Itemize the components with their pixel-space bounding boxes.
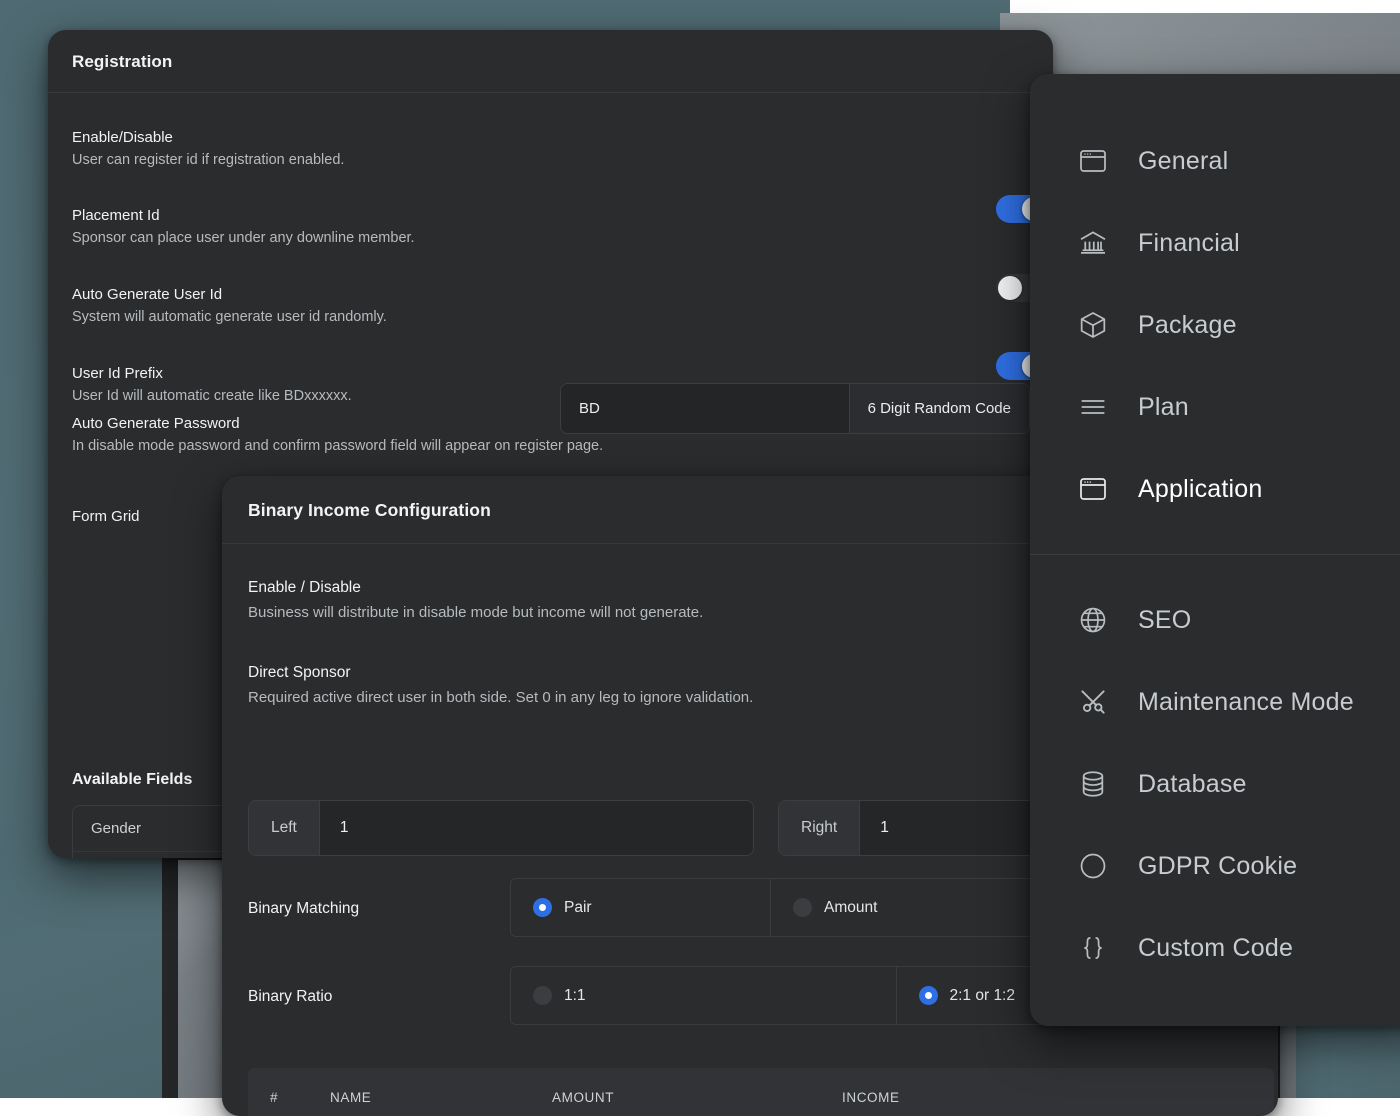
sidebar-item-plan[interactable]: Plan (1030, 366, 1400, 448)
column-header-income: INCOME (842, 1090, 1132, 1105)
setting-row-placement-id: Placement Id Sponsor can place user unde… (72, 204, 852, 250)
sidebar-item-application[interactable]: Application (1030, 448, 1400, 530)
column-header-index: # (248, 1090, 330, 1105)
binary-ratio-label-wrap: Binary Ratio (248, 985, 332, 1010)
sidebar-item-custom-code[interactable]: Custom Code (1030, 907, 1400, 989)
radio-dot-icon (533, 898, 552, 917)
sidebar-item-label: Financial (1138, 229, 1240, 258)
sidebar-item-label: Package (1138, 311, 1237, 340)
binary-matching-label: Binary Matching (248, 897, 359, 922)
globe-icon (1076, 603, 1110, 637)
setting-row-user-id-prefix: User Id Prefix User Id will automatic cr… (72, 362, 572, 408)
sidebar-item-package[interactable]: Package (1030, 284, 1400, 366)
cube-icon (1076, 308, 1110, 342)
income-table-header-row: # NAME AMOUNT INCOME (248, 1068, 1274, 1116)
setting-label: User Id Prefix (72, 362, 572, 385)
binary-enable-label: Enable / Disable (248, 576, 1148, 601)
settings-sidebar-panel: General Financial (1030, 74, 1400, 1026)
sidebar-item-label: GDPR Cookie (1138, 852, 1297, 881)
right-leg-addon: Right (779, 801, 860, 855)
radio-dot-icon (919, 986, 938, 1005)
setting-label: Enable/Disable (72, 126, 852, 149)
setting-row-auto-generate-password: Auto Generate Password In disable mode p… (72, 412, 872, 458)
left-leg-input-group[interactable]: Left 1 (248, 800, 754, 856)
sidebar-item-label: Application (1138, 475, 1263, 504)
setting-description: User Id will automatic create like BDxxx… (72, 385, 572, 407)
left-leg-input[interactable]: 1 (320, 801, 753, 855)
setting-row-enable-disable: Enable/Disable User can register id if r… (72, 126, 852, 172)
radio-dot-icon (533, 986, 552, 1005)
user-id-prefix-addon: 6 Digit Random Code (849, 384, 1029, 433)
radio-option-amount[interactable]: Amount (771, 879, 1031, 936)
setting-label: Auto Generate Password (72, 412, 872, 435)
radio-option-ratio-1-1[interactable]: 1:1 (511, 967, 897, 1024)
browser-window-icon (1076, 472, 1110, 506)
available-fields-title: Available Fields (72, 771, 192, 789)
sidebar-nav-list: General Financial (1030, 74, 1400, 989)
radio-option-label: Pair (564, 899, 592, 917)
binary-ratio-label: Binary Ratio (248, 985, 332, 1010)
sidebar-item-label: SEO (1138, 606, 1191, 635)
binary-matching-label-wrap: Binary Matching (248, 897, 359, 922)
sidebar-item-maintenance-mode[interactable]: Maintenance Mode (1030, 661, 1400, 743)
sidebar-item-label: Custom Code (1138, 934, 1293, 963)
browser-window-icon (1076, 144, 1110, 178)
binary-enable-description: Business will distribute in disable mode… (248, 601, 1148, 625)
setting-description: User can register id if registration ena… (72, 149, 852, 171)
sidebar-item-label: Maintenance Mode (1138, 688, 1354, 717)
background-teal-bottom-left (0, 856, 162, 1098)
sidebar-item-general[interactable]: General (1030, 120, 1400, 202)
circle-icon (1076, 849, 1110, 883)
setting-label: Placement Id (72, 204, 852, 227)
binary-row-enable-disable: Enable / Disable Business will distribut… (248, 576, 1148, 625)
column-header-amount: AMOUNT (552, 1090, 842, 1105)
background-teal-corner (1296, 1020, 1400, 1098)
income-table: # NAME AMOUNT INCOME 1 Silver 1000 0 (248, 1068, 1274, 1116)
sidebar-item-database[interactable]: Database (1030, 743, 1400, 825)
left-leg-addon: Left (249, 801, 320, 855)
sidebar-item-label: Plan (1138, 393, 1189, 422)
sidebar-item-seo[interactable]: SEO (1030, 579, 1400, 661)
radio-option-label: Amount (824, 899, 877, 917)
setting-label: Auto Generate User Id (72, 283, 852, 306)
braces-icon (1076, 931, 1110, 965)
sidebar-divider (1030, 554, 1400, 555)
registration-panel-header: Registration (48, 30, 1053, 93)
column-header-name: NAME (330, 1090, 552, 1105)
radio-dot-icon (793, 898, 812, 917)
sidebar-item-gdpr-cookie[interactable]: GDPR Cookie (1030, 825, 1400, 907)
list-lines-icon (1076, 390, 1110, 424)
setting-description: System will automatic generate user id r… (72, 306, 852, 328)
radio-option-label: 2:1 or 1:2 (950, 987, 1016, 1005)
database-icon (1076, 767, 1110, 801)
bank-icon (1076, 226, 1110, 260)
radio-option-pair[interactable]: Pair (511, 879, 771, 936)
registration-panel-title: Registration (72, 52, 1029, 72)
setting-row-auto-generate-user-id: Auto Generate User Id System will automa… (72, 283, 852, 329)
sidebar-item-financial[interactable]: Financial (1030, 202, 1400, 284)
sidebar-item-label: Database (1138, 770, 1247, 799)
setting-description: Sponsor can place user under any downlin… (72, 227, 852, 249)
setting-description: In disable mode password and confirm pas… (72, 435, 872, 457)
sidebar-item-label: General (1138, 147, 1228, 176)
radio-option-label: 1:1 (564, 987, 586, 1005)
toggle-knob (998, 276, 1022, 300)
tools-icon (1076, 685, 1110, 719)
